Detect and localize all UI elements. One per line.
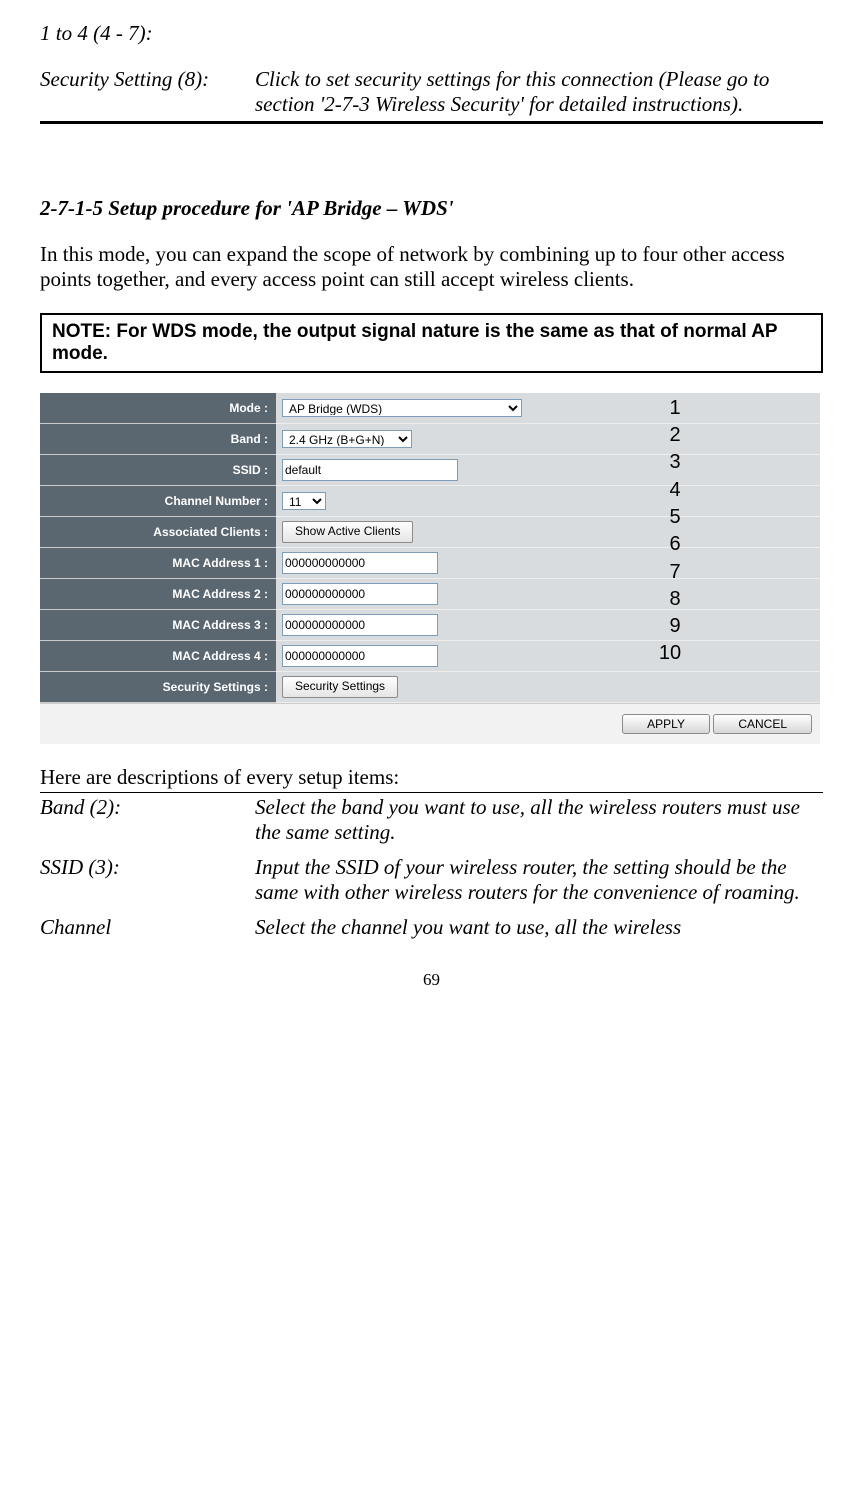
item-ssid-desc: Input the SSID of your wireless router, … bbox=[255, 855, 823, 905]
label-security: Security Settings : bbox=[40, 672, 276, 703]
page-number: 69 bbox=[40, 970, 823, 990]
annotation-4: 4 bbox=[660, 479, 690, 502]
label-mac2: MAC Address 2 : bbox=[40, 579, 276, 610]
label-mac1: MAC Address 1 : bbox=[40, 548, 276, 579]
label-mac3: MAC Address 3 : bbox=[40, 610, 276, 641]
apply-button[interactable]: APPLY bbox=[622, 714, 710, 734]
cancel-button[interactable]: CANCEL bbox=[713, 714, 812, 734]
annotation-8: 8 bbox=[660, 588, 690, 611]
mac3-input[interactable] bbox=[282, 614, 438, 636]
settings-panel: Mode : AP Bridge (WDS) Band : 2.4 GHz (B… bbox=[40, 393, 820, 744]
annotation-9: 9 bbox=[660, 615, 690, 638]
band-select[interactable]: 2.4 GHz (B+G+N) bbox=[282, 430, 412, 448]
annotation-10: 10 bbox=[655, 642, 685, 665]
annotation-2: 2 bbox=[660, 424, 690, 447]
show-active-clients-button[interactable]: Show Active Clients bbox=[282, 521, 413, 543]
channel-select[interactable]: 11 bbox=[282, 492, 326, 510]
desc-intro: Here are descriptions of every setup ite… bbox=[40, 765, 823, 790]
item-ssid-term: SSID (3): bbox=[40, 855, 255, 905]
annotation-5: 5 bbox=[660, 506, 690, 529]
security-term: Security Setting (8): bbox=[40, 67, 255, 117]
label-channel: Channel Number : bbox=[40, 486, 276, 517]
annotation-1: 1 bbox=[660, 397, 690, 420]
item-channel: Channel Select the channel you want to u… bbox=[40, 915, 823, 940]
item-band-term: Band (2): bbox=[40, 795, 255, 845]
mode-select[interactable]: AP Bridge (WDS) bbox=[282, 399, 522, 417]
label-mac4: MAC Address 4 : bbox=[40, 641, 276, 672]
section-intro: In this mode, you can expand the scope o… bbox=[40, 242, 823, 292]
mac1-input[interactable] bbox=[282, 552, 438, 574]
ssid-input[interactable] bbox=[282, 459, 458, 481]
label-band: Band : bbox=[40, 424, 276, 455]
mac2-input[interactable] bbox=[282, 583, 438, 605]
panel-footer: APPLY CANCEL bbox=[40, 703, 820, 744]
security-desc: Click to set security settings for this … bbox=[255, 67, 823, 117]
item-band-desc: Select the band you want to use, all the… bbox=[255, 795, 823, 845]
label-assoc: Associated Clients : bbox=[40, 517, 276, 548]
section-heading: 2-7-1-5 Setup procedure for 'AP Bridge –… bbox=[40, 196, 823, 221]
item-channel-desc: Select the channel you want to use, all … bbox=[255, 915, 823, 940]
mac4-input[interactable] bbox=[282, 645, 438, 667]
item-ssid: SSID (3): Input the SSID of your wireles… bbox=[40, 855, 823, 905]
item-channel-term: Channel bbox=[40, 915, 255, 940]
security-settings-button[interactable]: Security Settings bbox=[282, 676, 398, 698]
annotation-7: 7 bbox=[660, 561, 690, 584]
divider-thick-1 bbox=[40, 121, 823, 124]
item-band: Band (2): Select the band you want to us… bbox=[40, 795, 823, 845]
security-setting-row: Security Setting (8): Click to set secur… bbox=[40, 67, 823, 117]
label-mode: Mode : bbox=[40, 393, 276, 424]
divider-thin-1 bbox=[40, 792, 823, 793]
label-ssid: SSID : bbox=[40, 455, 276, 486]
fragment-1to4: 1 to 4 (4 - 7): bbox=[40, 21, 823, 46]
note-box: NOTE: For WDS mode, the output signal na… bbox=[40, 313, 823, 373]
annotation-6: 6 bbox=[660, 533, 690, 556]
annotation-3: 3 bbox=[660, 451, 690, 474]
